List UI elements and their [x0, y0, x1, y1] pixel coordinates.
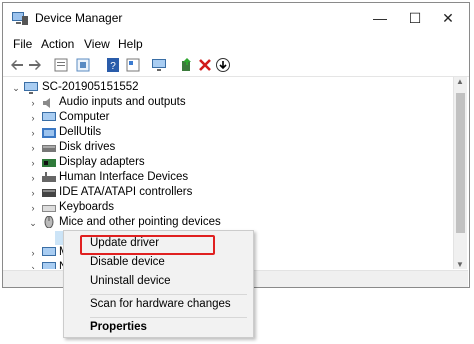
- view-icon[interactable]: [125, 57, 141, 73]
- tree-item-display-adapters[interactable]: › Display adapters: [3, 156, 303, 171]
- menu-update-driver[interactable]: Update driver: [90, 237, 159, 249]
- toolbar: ?: [3, 54, 469, 77]
- menu-scan-hardware[interactable]: Scan for hardware changes: [90, 298, 231, 310]
- tree-root-label: SC-201905151552: [42, 81, 139, 93]
- collapse-icon[interactable]: ›: [28, 158, 38, 168]
- tree-item-keyboards[interactable]: › Keyboards: [3, 201, 303, 216]
- tree-item-computer[interactable]: › Computer: [3, 111, 303, 126]
- scroll-down-icon[interactable]: ▼: [456, 260, 464, 269]
- update-icon[interactable]: [75, 57, 91, 73]
- tree-item-label: Computer: [59, 111, 110, 123]
- menu-action[interactable]: Action: [41, 37, 74, 51]
- collapse-icon[interactable]: ›: [28, 203, 38, 213]
- keyboard-icon: [42, 205, 56, 212]
- expand-icon[interactable]: ⌄: [28, 218, 38, 228]
- expand-icon[interactable]: ⌄: [11, 83, 21, 93]
- tree-item-label: Audio inputs and outputs: [59, 96, 186, 108]
- device-manager-icon: [12, 12, 28, 25]
- menu-help[interactable]: Help: [118, 37, 143, 51]
- tree-item-disk-drives[interactable]: › Disk drives: [3, 141, 303, 156]
- collapse-icon[interactable]: ›: [28, 143, 38, 153]
- collapse-icon[interactable]: ›: [28, 128, 38, 138]
- collapse-icon[interactable]: ›: [28, 113, 38, 123]
- tree-item-label: Keyboards: [59, 201, 114, 213]
- tree-item-ide[interactable]: › IDE ATA/ATAPI controllers: [3, 186, 303, 201]
- ide-controller-icon: [42, 189, 56, 197]
- collapse-icon[interactable]: ›: [28, 173, 38, 183]
- tree-item-label: DellUtils: [59, 126, 102, 138]
- monitor-icon: [42, 247, 56, 256]
- menu-bar: File Action View Help: [3, 34, 469, 54]
- download-icon[interactable]: [215, 57, 231, 73]
- title-bar[interactable]: Device Manager — ☐ ✕: [3, 3, 469, 33]
- disk-drive-icon: [42, 145, 56, 152]
- tree-item-audio[interactable]: › Audio inputs and outputs: [3, 96, 303, 111]
- help-icon[interactable]: ?: [105, 57, 121, 73]
- speaker-icon: [43, 98, 50, 108]
- menu-properties[interactable]: Properties: [90, 321, 147, 333]
- scroll-up-icon[interactable]: ▲: [456, 77, 464, 86]
- tree-item-label: IDE ATA/ATAPI controllers: [59, 186, 193, 198]
- properties-icon[interactable]: [53, 57, 69, 73]
- scrollbar-thumb[interactable]: [456, 93, 465, 233]
- collapse-icon[interactable]: ›: [28, 188, 38, 198]
- display-adapter-icon: [42, 159, 56, 167]
- window-title: Device Manager: [35, 11, 123, 25]
- menu-separator: [90, 294, 247, 295]
- vertical-scrollbar[interactable]: ▲ ▼: [453, 77, 467, 269]
- tree-item-label: Display adapters: [59, 156, 145, 168]
- tree-item-mice[interactable]: ⌄ Mice and other pointing devices: [3, 216, 303, 231]
- back-icon[interactable]: [9, 57, 25, 73]
- tree-item-label: Mice and other pointing devices: [59, 216, 221, 228]
- tree-item-label: Human Interface Devices: [59, 171, 189, 183]
- folder-icon: [42, 128, 56, 138]
- menu-disable-device[interactable]: Disable device: [90, 256, 165, 268]
- context-menu: Update driver Disable device Uninstall d…: [63, 230, 254, 338]
- computer-icon: [42, 112, 56, 121]
- svg-text:?: ?: [110, 61, 116, 72]
- menu-separator: [90, 317, 247, 318]
- close-button[interactable]: ✕: [425, 3, 471, 33]
- tree-root[interactable]: ⌄ SC-201905151552: [3, 81, 303, 96]
- tree-item-label: Disk drives: [59, 141, 116, 153]
- collapse-icon[interactable]: ›: [28, 263, 38, 269]
- hid-icon: [42, 172, 56, 182]
- monitor-icon[interactable]: [151, 57, 167, 73]
- add-driver-icon[interactable]: [179, 57, 195, 73]
- mouse-icon: [44, 216, 54, 228]
- collapse-icon[interactable]: ›: [28, 98, 38, 108]
- forward-icon[interactable]: [27, 57, 43, 73]
- network-adapter-icon: [42, 262, 56, 269]
- menu-uninstall-device[interactable]: Uninstall device: [90, 275, 171, 287]
- menu-file[interactable]: File: [13, 37, 32, 51]
- computer-icon: [24, 82, 38, 94]
- menu-view[interactable]: View: [84, 37, 110, 51]
- collapse-icon[interactable]: ›: [28, 248, 38, 258]
- uninstall-icon[interactable]: [197, 57, 213, 73]
- tree-item-hid[interactable]: › Human Interface Devices: [3, 171, 303, 186]
- tree-item-dellutils[interactable]: › DellUtils: [3, 126, 303, 141]
